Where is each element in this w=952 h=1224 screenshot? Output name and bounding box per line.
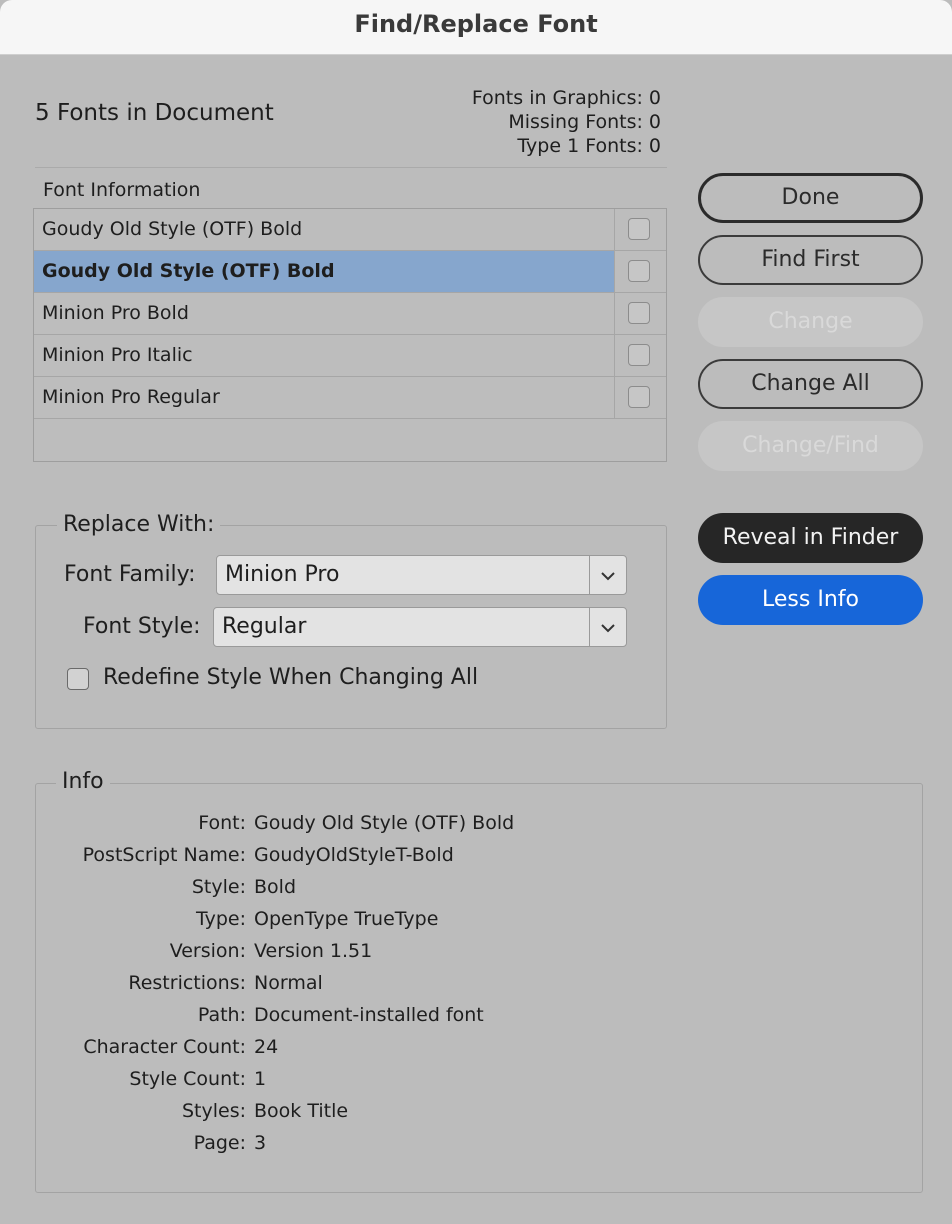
info-row: PostScript Name: GoudyOldStyleT-Bold <box>36 844 454 876</box>
info-value: GoudyOldStyleT-Bold <box>254 844 454 866</box>
font-name: Goudy Old Style (OTF) Bold <box>34 251 615 292</box>
info-row: Font: Goudy Old Style (OTF) Bold <box>36 812 514 844</box>
font-name: Minion Pro Italic <box>34 335 615 376</box>
font-style-select[interactable]: Regular <box>213 607 627 647</box>
info-row: Style Count: 1 <box>36 1068 266 1100</box>
info-value: Bold <box>254 876 296 898</box>
info-key: Path: <box>197 1004 246 1026</box>
info-key: Font: <box>198 812 246 834</box>
font-row-checkbox[interactable] <box>628 218 650 240</box>
font-name: Minion Pro Regular <box>34 377 615 418</box>
info-key: Restrictions: <box>128 972 246 994</box>
font-row-checkbox[interactable] <box>628 344 650 366</box>
info-key: Version: <box>169 940 246 962</box>
font-row-checkbox[interactable] <box>628 302 650 324</box>
info-key: Styles: <box>181 1100 246 1122</box>
title-bar: Find/Replace Font <box>0 0 952 55</box>
font-style-label: Font Style: <box>83 614 201 639</box>
info-key: PostScript Name: <box>82 844 246 866</box>
info-value: Document-installed font <box>254 1004 484 1026</box>
info-row: Page: 3 <box>36 1132 267 1164</box>
info-row: Path: Document-installed font <box>36 1004 484 1036</box>
info-label: Info <box>56 768 110 796</box>
info-key: Page: <box>193 1132 246 1154</box>
change-find-button[interactable]: Change/Find <box>698 421 923 471</box>
font-list-row[interactable]: Minion Pro Regular <box>34 377 666 419</box>
less-info-button[interactable]: Less Info <box>698 575 923 625</box>
font-stats: Fonts in Graphics: 0 Missing Fonts: 0 Ty… <box>472 86 661 158</box>
info-key: Character Count: <box>83 1036 246 1058</box>
info-value: Version 1.51 <box>254 940 373 962</box>
info-key: Style Count: <box>129 1068 246 1090</box>
info-row: Styles: Book Title <box>36 1100 348 1132</box>
font-list-row[interactable]: Minion Pro Italic <box>34 335 666 377</box>
replace-with-label: Replace With: <box>57 511 221 539</box>
font-family-select[interactable]: Minion Pro <box>216 555 627 595</box>
chevron-down-icon[interactable] <box>589 556 626 594</box>
info-value: Normal <box>254 972 323 994</box>
info-row: Style: Bold <box>36 876 296 908</box>
font-style-value: Regular <box>222 614 307 639</box>
fonts-in-document-count: 5 Fonts in Document <box>35 100 274 126</box>
font-family-label: Font Family: <box>64 562 196 587</box>
info-value: 3 <box>254 1132 267 1154</box>
font-name: Minion Pro Bold <box>34 293 615 334</box>
fonts-in-graphics-stat: Fonts in Graphics: 0 <box>471 87 661 109</box>
info-value: Goudy Old Style (OTF) Bold <box>254 812 515 834</box>
font-information-header: Font Information <box>43 179 201 201</box>
redefine-style-label: Redefine Style When Changing All <box>103 665 479 690</box>
info-key: Style: <box>191 876 246 898</box>
window-title: Find/Replace Font <box>354 10 598 38</box>
font-row-checkbox[interactable] <box>628 386 650 408</box>
reveal-in-finder-button[interactable]: Reveal in Finder <box>698 513 923 563</box>
divider <box>35 167 667 168</box>
info-row: Character Count: 24 <box>36 1036 278 1068</box>
info-row: Version: Version 1.51 <box>36 940 373 972</box>
redefine-style-checkbox[interactable] <box>67 668 89 690</box>
font-list-row[interactable]: Goudy Old Style (OTF) Bold <box>34 209 666 251</box>
info-value: 24 <box>254 1036 279 1058</box>
chevron-down-icon[interactable] <box>589 608 626 646</box>
done-button[interactable]: Done <box>698 173 923 223</box>
find-first-button[interactable]: Find First <box>698 235 923 285</box>
info-key: Type: <box>195 908 246 930</box>
info-row: Restrictions: Normal <box>36 972 322 1004</box>
font-family-value: Minion Pro <box>225 562 340 587</box>
type1-fonts-stat: Type 1 Fonts: 0 <box>517 135 661 157</box>
font-row-checkbox[interactable] <box>628 260 650 282</box>
info-value: Book Title <box>254 1100 349 1122</box>
info-row: Type: OpenType TrueType <box>36 908 438 940</box>
font-list[interactable]: Goudy Old Style (OTF) Bold Goudy Old Sty… <box>33 208 667 462</box>
info-value: 1 <box>254 1068 267 1090</box>
change-button[interactable]: Change <box>698 297 923 347</box>
info-value: OpenType TrueType <box>254 908 439 930</box>
font-list-row[interactable]: Minion Pro Bold <box>34 293 666 335</box>
change-all-button[interactable]: Change All <box>698 359 923 409</box>
missing-fonts-stat: Missing Fonts: 0 <box>508 111 661 133</box>
font-list-row-selected[interactable]: Goudy Old Style (OTF) Bold <box>34 251 666 293</box>
font-name: Goudy Old Style (OTF) Bold <box>34 209 615 250</box>
